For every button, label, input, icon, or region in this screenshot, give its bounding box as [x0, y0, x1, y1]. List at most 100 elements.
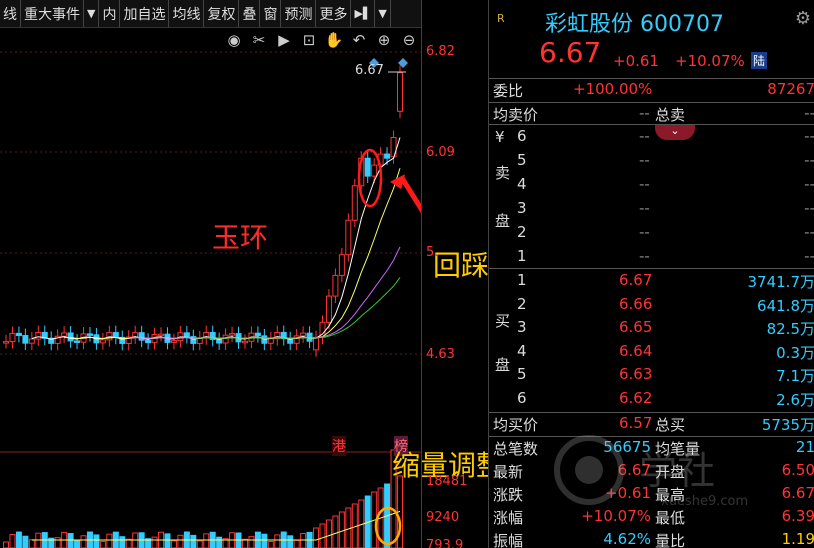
volume-bar	[125, 538, 132, 548]
volume-axis-label: 793.9	[426, 538, 464, 548]
watermark-text: 学社	[639, 449, 716, 493]
total-sell-value: --	[804, 104, 814, 122]
level-volume: --	[804, 151, 814, 169]
level-num: 2	[517, 223, 527, 241]
stat-label: 总笔数	[493, 440, 539, 458]
volume-bar	[67, 533, 74, 548]
last-price: 6.67	[539, 36, 602, 69]
candle-body	[254, 332, 261, 337]
level-volume: --	[804, 223, 814, 241]
candle-body	[28, 338, 35, 344]
limit-tag: 陆	[751, 52, 768, 69]
candle-body	[145, 339, 152, 344]
volume-bar	[319, 523, 326, 548]
toolbar-item-dropdown[interactable]: ▼	[375, 0, 391, 27]
level-volume: --	[804, 127, 814, 145]
sell-level-row[interactable]: 5 -- --	[489, 150, 814, 174]
sell-level-row[interactable]: 4 -- --	[489, 174, 814, 198]
level-num: 5	[517, 365, 527, 383]
volume-bar	[9, 534, 16, 548]
chart-toolbar: 线 重大事件 ▼ 内 加自选 均线 复权 叠 窗 预测 更多 ▶▌ ▼	[0, 0, 421, 28]
level-num: 6	[517, 388, 527, 407]
weibi-diff: 87267	[767, 80, 814, 98]
toolbar-item-adjust[interactable]: 复权	[204, 0, 240, 27]
level-num: 3	[517, 199, 527, 217]
level-price: --	[639, 223, 650, 241]
toolbar-item-inner[interactable]: 内	[99, 0, 121, 27]
stat-row: 振幅 4.62% 量比 1.19	[489, 529, 814, 548]
level-num: 6	[517, 127, 527, 145]
sell-level-row[interactable]: 1 -- --	[489, 246, 814, 270]
volume-bar	[293, 539, 300, 548]
volume-bar	[54, 537, 61, 548]
volume-bar	[35, 532, 42, 548]
candle-body	[106, 332, 113, 341]
toolbar-item-window[interactable]: 窗	[260, 0, 282, 27]
volume-bar	[3, 541, 9, 548]
volume-bar	[15, 531, 22, 548]
volume-bar	[332, 515, 339, 548]
stat-label: 量比	[655, 532, 686, 548]
kline-chart[interactable]: 6.67 港 榜	[0, 28, 421, 548]
candle-body	[112, 332, 119, 338]
level-num: 4	[517, 175, 527, 193]
level-price: 6.66	[619, 294, 653, 313]
candle-body	[86, 333, 93, 336]
buy-level-row[interactable]: 2 6.66 641.8万	[489, 294, 814, 318]
candle-body	[332, 274, 339, 297]
candle-body	[9, 332, 16, 343]
candle-body	[397, 72, 403, 112]
toolbar-item-forecast[interactable]: 预测	[281, 0, 317, 27]
buy-level-row[interactable]: 4 6.64 0.3万	[489, 341, 814, 365]
buy-level-row[interactable]: 1 6.67 3741.7万	[489, 270, 814, 294]
toolbar-item-ma[interactable]: 均线	[169, 0, 205, 27]
level-volume: 2.6万	[776, 390, 814, 409]
level-price: --	[639, 127, 650, 145]
candle-body	[364, 157, 371, 177]
axis-label: 5.	[426, 245, 439, 260]
price-change: +0.61	[613, 52, 659, 70]
toolbar-item-events[interactable]: 重大事件	[21, 0, 84, 27]
volume-bar	[216, 536, 223, 548]
sell-level-row[interactable]: 6 -- --	[489, 126, 814, 150]
axis-label: 4.63	[426, 347, 455, 362]
candle-body	[222, 334, 229, 344]
toolbar-item-more[interactable]: 更多	[316, 0, 352, 27]
toolbar-item-add-watchlist[interactable]: 加自选	[120, 0, 170, 27]
sell-level-row[interactable]: 3 -- --	[489, 198, 814, 222]
toolbar-item-events-dropdown[interactable]: ▼	[84, 0, 100, 27]
level-price: --	[639, 151, 650, 169]
weibi-label: 委比	[493, 82, 524, 100]
toolbar-item-next[interactable]: ▶▌	[351, 0, 376, 27]
kline-svg[interactable]	[0, 28, 421, 548]
stat-value: 4.62%	[603, 530, 651, 548]
avg-sell-value: --	[639, 104, 650, 122]
avg-sell-label: 均卖价	[493, 106, 539, 124]
axis-label: 6.82	[426, 44, 455, 59]
toolbar-item-overlay[interactable]: 叠	[239, 0, 261, 27]
volume-bar	[119, 536, 126, 548]
sell-level-row[interactable]: 2 -- --	[489, 222, 814, 246]
toolbar-item-line[interactable]: 线	[0, 0, 21, 27]
buy-level-row[interactable]: 5 6.63 7.1万	[489, 364, 814, 388]
gear-icon[interactable]: ⚙	[795, 8, 811, 29]
stat-label: 涨幅	[493, 509, 524, 527]
volume-bar	[196, 540, 203, 548]
candle-body	[338, 254, 345, 276]
volume-bar	[338, 511, 345, 548]
candle-body	[183, 332, 190, 338]
candle-body	[300, 332, 307, 337]
level-num: 5	[517, 151, 527, 169]
buy-level-row[interactable]: 3 6.65 82.5万	[489, 317, 814, 341]
buy-level-row[interactable]: 6 6.62 2.6万	[489, 388, 814, 412]
candle-body	[371, 164, 378, 177]
ma-line	[193, 277, 401, 339]
candle-body	[99, 339, 106, 344]
level-volume: --	[804, 247, 814, 265]
candles-group	[3, 65, 403, 357]
level-volume: --	[804, 199, 814, 217]
level-volume: 3741.7万	[747, 273, 814, 291]
candle-body	[158, 333, 165, 337]
volume-axis-label: 9240	[426, 510, 460, 525]
candle-body	[229, 333, 236, 336]
